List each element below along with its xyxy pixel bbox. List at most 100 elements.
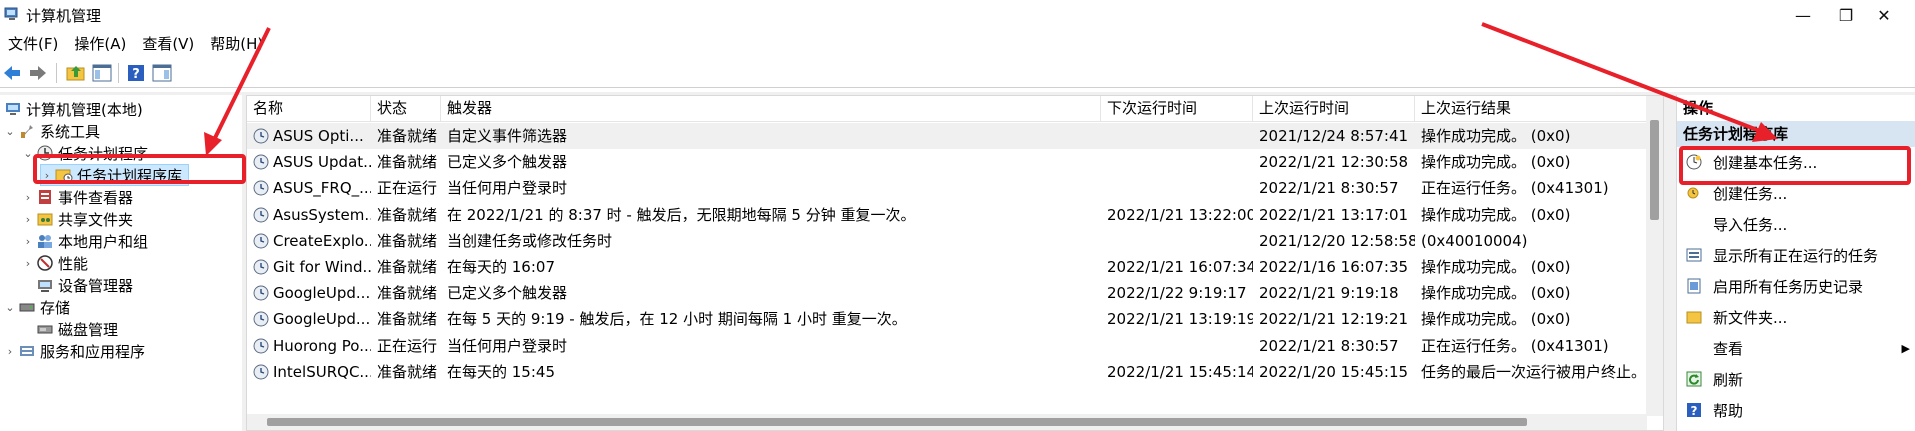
tree-item-storage[interactable]: ⌄ 存储 [4, 296, 70, 318]
action-view[interactable]: 查看 ▶ [1677, 333, 1915, 363]
table-row[interactable]: Git for Wind... 准备就绪 在每天的 16:07 2022/1/21 1… [247, 254, 1647, 280]
performance-icon [36, 254, 54, 272]
table-header: 名称 状态 触发器 下次运行时间 上次运行时间 上次运行结果 [247, 96, 1647, 122]
task-last-result: 操作成功完成。 (0x0) [1415, 149, 1647, 175]
table-row[interactable]: ASUS Opti... 准备就绪 自定义事件筛选器 2021/12/24 8:57:… [247, 123, 1647, 150]
task-last-run: 2021/12/24 8:57:41 [1253, 123, 1415, 149]
task-last-result: 操作成功完成。 (0x0) [1415, 202, 1647, 228]
action-label: 刷新 [1713, 370, 1744, 389]
show-hide-action-pane-icon[interactable] [150, 61, 174, 85]
tree-item-performance[interactable]: › 性能 [22, 252, 88, 274]
task-icon [253, 362, 269, 380]
column-header-last-run[interactable]: 上次运行时间 [1253, 96, 1415, 122]
action-label: 显示所有正在运行的任务 [1713, 246, 1879, 265]
scroll-thumb[interactable] [1650, 120, 1659, 220]
chevron-right-icon[interactable]: › [4, 345, 16, 358]
column-header-last-result[interactable]: 上次运行结果 [1415, 96, 1647, 122]
task-last-result: 正在运行任务。 (0x41301) [1415, 175, 1647, 201]
actions-section-task-library[interactable]: 任务计划程序库 [1677, 121, 1915, 147]
task-last-result: 操作成功完成。 (0x0) [1415, 280, 1647, 306]
column-header-next-run[interactable]: 下次运行时间 [1101, 96, 1253, 122]
task-icon [253, 205, 269, 223]
svg-text:?: ? [1691, 404, 1698, 418]
chevron-right-icon[interactable]: › [22, 257, 34, 270]
cell-text: 2021/12/24 8:57:41 [1259, 127, 1409, 145]
tree-label: 性能 [58, 254, 89, 273]
table-row[interactable]: CreateExplo... 准备就绪 当创建任务或修改任务时 2021/12/20 … [247, 228, 1647, 254]
cell-text: 准备就绪 [377, 205, 438, 224]
table-row[interactable]: GoogleUpd... 准备就绪 在每 5 天的 9:19 - 触发后，在 12 … [247, 306, 1647, 332]
tree-item-system-tools[interactable]: ⌄ 系统工具 [4, 120, 100, 142]
cell-text: 任务的最后一次运行被用户终止。 [1421, 362, 1647, 381]
table-row[interactable]: AsusSystem... 准备就绪在 2022/1/21 的 8:37 时 - … [247, 202, 1647, 228]
task-name: ASUS Updat... [247, 149, 371, 175]
cell-text: 在每 5 天的 9:19 - 触发后，在 12 小时 期间每隔 1 小时 重复一… [447, 310, 907, 329]
cell-text: 2022/1/21 13:19:19 [1107, 310, 1253, 329]
menu-action[interactable]: 操作(A) [66, 30, 134, 56]
tree-item-local-users[interactable]: › 本地用户和组 [22, 230, 148, 252]
task-name: AsusSystem... [247, 202, 371, 228]
table-row[interactable]: IntelSURQC... 准备就绪 在每天的 15:45 2022/1/21 15:… [247, 359, 1647, 385]
table-row[interactable]: ASUS_FRQ_... 正在运行 当任何用户登录时 2022/1/21 8:30:5… [247, 175, 1647, 201]
forward-arrow-icon[interactable] [26, 61, 50, 85]
vertical-scrollbar[interactable] [1646, 96, 1663, 416]
help-icon[interactable]: ? [124, 61, 148, 85]
tree-item-root[interactable]: 计算机管理(本地) [2, 98, 143, 120]
action-folder[interactable]: 新文件夹... [1677, 302, 1915, 332]
menu-help[interactable]: 帮助(H) [202, 30, 271, 56]
cell-text: CreateExplo... [273, 231, 371, 250]
tree-item-event-viewer[interactable]: › 事件查看器 [22, 186, 133, 208]
column-header-status[interactable]: 状态 [371, 96, 441, 122]
scroll-thumb[interactable] [267, 418, 1527, 426]
menu-file[interactable]: 文件(F) [0, 30, 66, 56]
up-folder-icon[interactable] [64, 61, 88, 85]
create-task-icon [1685, 184, 1703, 202]
submenu-arrow-icon: ▶ [1901, 341, 1910, 355]
back-arrow-icon[interactable] [0, 61, 24, 85]
chevron-right-icon[interactable]: › [22, 235, 34, 248]
chevron-down-icon[interactable]: ⌄ [4, 125, 16, 138]
action-refresh[interactable]: 刷新 [1677, 364, 1915, 394]
action-history[interactable]: 启用所有任务历史记录 [1677, 271, 1915, 301]
tree-item-device-manager[interactable]: 设备管理器 [34, 274, 133, 296]
task-icon [253, 336, 269, 354]
task-trigger: 在 2022/1/21 的 8:37 时 - 触发后，无限期地每隔 5 分钟 重… [441, 202, 1101, 228]
cell-text: 准备就绪 [377, 258, 438, 276]
cell-text: 已定义多个触发器 [447, 284, 568, 303]
menu-view[interactable]: 查看(V) [134, 30, 202, 56]
action-label: 创建任务... [1713, 184, 1788, 203]
column-header-trigger[interactable]: 触发器 [441, 96, 1101, 122]
task-list: 名称 状态 触发器 下次运行时间 上次运行时间 上次运行结果 ASUS Opti… [246, 95, 1664, 431]
tree-item-services-apps[interactable]: › 服务和应用程序 [4, 340, 145, 362]
tree-item-shared-folders[interactable]: › 共享文件夹 [22, 208, 133, 230]
tree-label: 事件查看器 [58, 188, 134, 207]
task-trigger: 当创建任务或修改任务时 [441, 228, 1101, 254]
task-last-result: 正在运行任务。 (0x41301) [1415, 333, 1647, 359]
action-label: 帮助 [1713, 401, 1744, 420]
chevron-right-icon[interactable]: › [22, 191, 34, 204]
chevron-right-icon[interactable]: › [22, 213, 34, 226]
chevron-down-icon[interactable]: ⌄ [4, 301, 16, 314]
table-row[interactable]: Huorong Po... 正在运行 当任何用户登录时 2022/1/21 8:30:… [247, 333, 1647, 359]
cell-text: 准备就绪 [377, 127, 438, 145]
table-row[interactable]: ASUS Updat... 准备就绪 已定义多个触发器 2022/1/21 12:30… [247, 149, 1647, 175]
highlight-box-task-library [33, 154, 246, 184]
task-trigger: 自定义事件筛选器 [441, 123, 1101, 149]
tree-label: 系统工具 [40, 122, 101, 141]
close-button[interactable]: ✕ [1856, 0, 1912, 30]
show-hide-tree-icon[interactable] [90, 61, 114, 85]
column-header-name[interactable]: 名称 [247, 96, 371, 122]
action-running-tasks[interactable]: 显示所有正在运行的任务 [1677, 240, 1915, 270]
cell-text: Huorong Po... [273, 336, 371, 355]
task-name: CreateExplo... [247, 228, 371, 254]
tree-item-disk-management[interactable]: 磁盘管理 [34, 318, 118, 340]
task-icon [253, 152, 269, 170]
action-help[interactable]: ? 帮助 [1677, 395, 1915, 425]
table-row[interactable]: GoogleUpd... 准备就绪 已定义多个触发器 2022/1/22 9:19:1… [247, 280, 1647, 306]
task-status: 准备就绪 [371, 306, 441, 332]
cell-text: 正在运行 [377, 179, 438, 198]
event-viewer-icon [36, 188, 54, 206]
action-import[interactable]: 导入任务... [1677, 209, 1915, 239]
horizontal-scrollbar[interactable] [247, 414, 1647, 430]
history-icon [1685, 277, 1703, 295]
